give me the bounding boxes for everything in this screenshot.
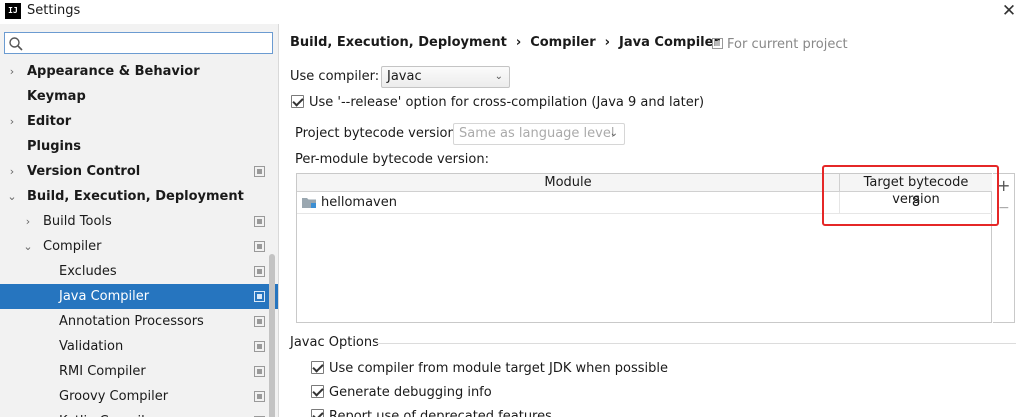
breadcrumb-item[interactable]: Build, Execution, Deployment bbox=[290, 35, 507, 50]
javac-option-checkbox[interactable]: Use compiler from module target JDK when… bbox=[311, 361, 668, 376]
sidebar-item[interactable]: › Appearance & Behavior bbox=[0, 59, 278, 84]
breadcrumb: Build, Execution, Deployment › Compiler › Ja… bbox=[290, 35, 720, 50]
table-toolbar: + − bbox=[993, 173, 1015, 323]
sidebar-item-label: Validation bbox=[59, 339, 124, 354]
chevron-down-icon: ⌄ bbox=[494, 71, 503, 82]
search-icon bbox=[9, 37, 23, 51]
sidebar-item-label: Excludes bbox=[59, 264, 117, 279]
sidebar-item[interactable]: › Build Tools bbox=[0, 209, 278, 234]
table-cell-module[interactable]: hellomaven bbox=[297, 192, 840, 214]
sidebar-item-label: RMI Compiler bbox=[59, 364, 146, 379]
sidebar-item[interactable]: Validation bbox=[0, 334, 278, 359]
breadcrumb-separator: › bbox=[515, 35, 522, 50]
sidebar-item[interactable]: Excludes bbox=[0, 259, 278, 284]
close-button[interactable]: ✕ bbox=[999, 1, 1019, 21]
chevron-right-icon[interactable]: › bbox=[22, 209, 34, 234]
sidebar-item-label: Keymap bbox=[27, 89, 86, 104]
javac-option-label: Report use of deprecated features bbox=[329, 409, 552, 417]
for-current-project-label: For current project bbox=[727, 37, 848, 52]
sidebar-item[interactable]: Java Compiler bbox=[0, 284, 278, 309]
release-option-checkbox[interactable]: Use '--release' option for cross-compila… bbox=[291, 95, 704, 110]
breadcrumb-separator: › bbox=[604, 35, 611, 50]
sidebar-item-label: Java Compiler bbox=[59, 289, 150, 304]
sidebar-item-label: Groovy Compiler bbox=[59, 389, 169, 404]
add-icon[interactable]: + bbox=[997, 176, 1010, 195]
sidebar-item[interactable]: › Version Control bbox=[0, 159, 278, 184]
sidebar-item-label: Plugins bbox=[27, 139, 81, 154]
sidebar-item[interactable]: Annotation Processors bbox=[0, 309, 278, 334]
sidebar-item-label: Compiler bbox=[43, 239, 102, 254]
project-scope-icon bbox=[254, 291, 265, 302]
breadcrumb-item[interactable]: Compiler bbox=[530, 35, 595, 50]
column-header-module[interactable]: Module bbox=[297, 174, 840, 192]
sidebar-item[interactable]: RMI Compiler bbox=[0, 359, 278, 384]
chevron-right-icon[interactable]: › bbox=[6, 59, 18, 84]
sidebar-item-label: Editor bbox=[27, 114, 72, 129]
title-bar: IJ Settings ✕ bbox=[0, 0, 1027, 24]
checkbox-icon[interactable] bbox=[311, 409, 324, 417]
javac-option-checkbox[interactable]: Report use of deprecated features bbox=[311, 409, 552, 417]
for-current-project-note: For current project bbox=[712, 37, 848, 52]
intellij-icon: IJ bbox=[5, 3, 21, 19]
project-icon bbox=[712, 38, 723, 49]
project-scope-icon bbox=[254, 316, 265, 327]
sidebar-item[interactable]: Kotlin Compiler bbox=[0, 409, 278, 417]
sidebar-item[interactable]: Groovy Compiler bbox=[0, 384, 278, 409]
sidebar-item-label: Kotlin Compiler bbox=[59, 409, 158, 417]
chevron-right-icon[interactable]: › bbox=[6, 109, 18, 134]
chevron-down-icon: ⌄ bbox=[609, 128, 618, 139]
project-scope-icon bbox=[254, 216, 265, 227]
checkbox-icon[interactable] bbox=[291, 95, 304, 108]
search-field[interactable] bbox=[4, 32, 273, 54]
project-scope-icon bbox=[254, 391, 265, 402]
remove-icon[interactable]: − bbox=[998, 200, 1010, 216]
chevron-down-icon[interactable]: ⌄ bbox=[6, 184, 18, 209]
per-module-table: Module Target bytecode version hellomave… bbox=[296, 173, 992, 323]
sidebar-item[interactable]: ⌄ Compiler bbox=[0, 234, 278, 259]
project-bytecode-value: Same as language level bbox=[459, 126, 615, 141]
project-bytecode-dropdown[interactable]: Same as language level ⌄ bbox=[453, 123, 625, 145]
use-compiler-value: Javac bbox=[387, 69, 422, 84]
sidebar-item-label: Build Tools bbox=[43, 214, 112, 229]
window-title: Settings bbox=[27, 3, 81, 18]
section-divider bbox=[376, 343, 1016, 344]
release-option-label: Use '--release' option for cross-compila… bbox=[309, 95, 705, 110]
sidebar-item[interactable]: Plugins bbox=[0, 134, 278, 159]
checkbox-icon[interactable] bbox=[311, 361, 324, 374]
breadcrumb-item: Java Compiler bbox=[619, 35, 720, 50]
project-scope-icon bbox=[254, 241, 265, 252]
settings-content: Build, Execution, Deployment › Compiler › Ja… bbox=[280, 24, 1027, 417]
module-folder-icon bbox=[302, 198, 316, 208]
project-scope-icon bbox=[254, 341, 265, 352]
javac-options-title: Javac Options bbox=[290, 335, 379, 350]
chevron-down-icon[interactable]: ⌄ bbox=[22, 234, 34, 259]
use-compiler-label: Use compiler: bbox=[290, 69, 380, 84]
javac-option-label: Generate debugging info bbox=[329, 385, 492, 400]
column-header-target-bytecode[interactable]: Target bytecode version bbox=[840, 174, 992, 207]
project-scope-icon bbox=[254, 166, 265, 177]
sidebar-item-label: Appearance & Behavior bbox=[27, 64, 200, 79]
table-cell-target-version[interactable]: 8 bbox=[840, 192, 992, 214]
sidebar-scrollbar[interactable] bbox=[269, 254, 275, 417]
settings-tree: › Appearance & Behavior Keymap › Editor Plugi… bbox=[0, 59, 278, 417]
javac-option-checkbox[interactable]: Generate debugging info bbox=[311, 385, 492, 400]
project-scope-icon bbox=[254, 266, 265, 277]
use-compiler-dropdown[interactable]: Javac ⌄ bbox=[381, 66, 510, 88]
javac-option-label: Use compiler from module target JDK when… bbox=[329, 361, 668, 376]
chevron-right-icon[interactable]: › bbox=[6, 159, 18, 184]
sidebar-item-label: Version Control bbox=[27, 164, 141, 179]
checkbox-icon[interactable] bbox=[311, 385, 324, 398]
per-module-label: Per-module bytecode version: bbox=[295, 152, 489, 167]
sidebar-item[interactable]: › Editor bbox=[0, 109, 278, 134]
sidebar-item-label: Build, Execution, Deployment bbox=[27, 189, 244, 204]
sidebar-item[interactable]: Keymap bbox=[0, 84, 278, 109]
project-bytecode-label: Project bytecode version: bbox=[295, 126, 461, 141]
project-scope-icon bbox=[254, 366, 265, 377]
sidebar-item-label: Annotation Processors bbox=[59, 314, 204, 329]
sidebar-item[interactable]: ⌄ Build, Execution, Deployment bbox=[0, 184, 278, 209]
module-name: hellomaven bbox=[321, 195, 397, 210]
search-input[interactable] bbox=[27, 35, 267, 51]
settings-sidebar: › Appearance & Behavior Keymap › Editor Plugi… bbox=[0, 24, 279, 417]
